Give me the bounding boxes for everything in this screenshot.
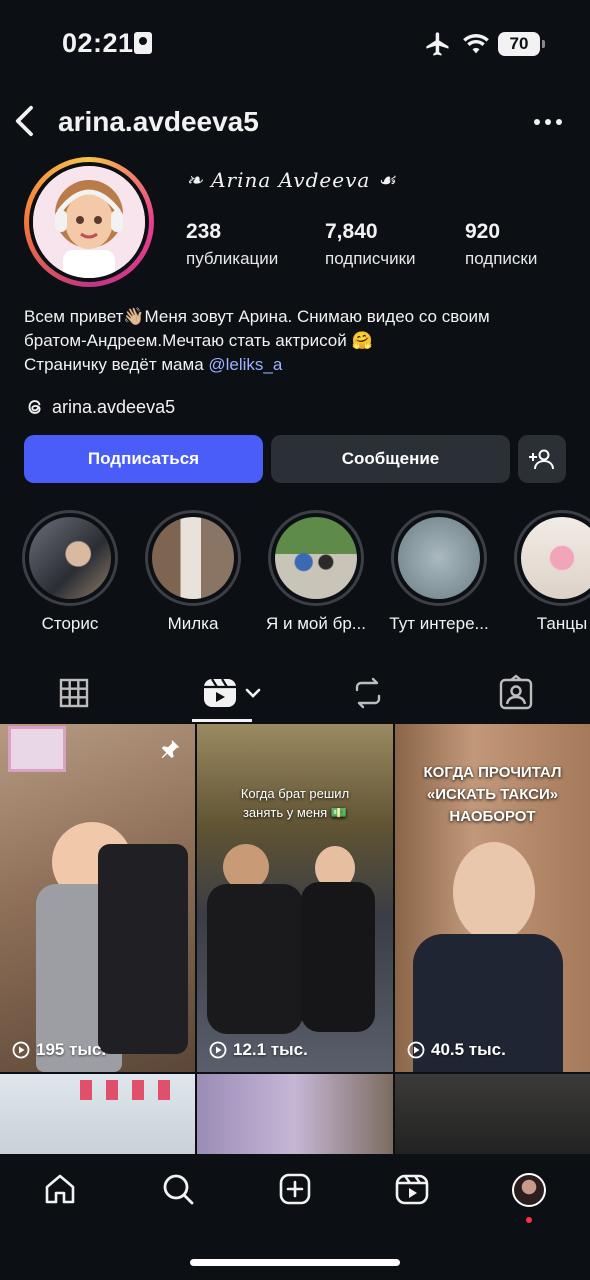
view-count-text: 12.1 тыс. (233, 1040, 308, 1059)
threads-handle: arina.avdeeva5 (52, 396, 176, 417)
more-options-icon[interactable] (530, 107, 566, 137)
profile-avatar[interactable] (24, 157, 154, 287)
wifi-icon (463, 33, 489, 54)
highlight-item[interactable]: Танцы (512, 510, 590, 634)
highlight-item[interactable]: Сторис (20, 510, 120, 634)
view-count: 40.5 тыс. (407, 1040, 506, 1060)
highlight-cover (29, 517, 111, 599)
highlight-label: Я и мой бр... (266, 614, 366, 633)
reel-thumbnail[interactable]: 195 тыс. (0, 724, 195, 1072)
reel-thumbnail[interactable] (0, 1074, 195, 1154)
stat-label: подписчики (325, 249, 416, 268)
thumbnail-figure (453, 842, 535, 942)
suggest-people-button[interactable] (518, 435, 566, 483)
reel-thumbnail[interactable] (395, 1074, 590, 1154)
battery-indicator: 70 (498, 32, 545, 56)
tab-tagged-icon[interactable] (496, 673, 536, 713)
message-button[interactable]: Сообщение (271, 435, 510, 483)
reel-thumbnail[interactable] (197, 1074, 393, 1154)
profile-tabs (0, 665, 590, 722)
create-post-icon[interactable] (277, 1171, 313, 1207)
display-name: ❧ Arina Avdeeva ☙ (186, 168, 397, 192)
reels-icon[interactable] (394, 1171, 430, 1207)
thumbnail-figure (207, 884, 303, 1034)
play-icon (407, 1041, 425, 1059)
bio-line: Всем привет👋🏼Меня зовут Арина. Снимаю ви… (24, 307, 490, 326)
highlight-label: Тут интере... (389, 614, 489, 633)
profile-avatar-nav[interactable] (512, 1173, 546, 1207)
home-icon[interactable] (42, 1171, 78, 1207)
highlight-cover (398, 517, 480, 599)
highlight-label: Милка (167, 614, 219, 633)
contact-card-icon (134, 32, 152, 54)
view-count-text: 40.5 тыс. (431, 1040, 506, 1059)
highlight-label: Сторис (41, 614, 99, 633)
view-count: 195 тыс. (12, 1040, 106, 1060)
tab-reposts-icon[interactable] (348, 673, 388, 713)
following-count[interactable]: 920 подписки (465, 220, 537, 269)
search-icon[interactable] (160, 1171, 196, 1207)
home-indicator (190, 1259, 400, 1266)
tab-grid-icon[interactable] (54, 673, 94, 713)
stat-label: подписки (465, 249, 538, 268)
bottom-navigation (0, 1155, 590, 1280)
follow-button[interactable]: Подписаться (24, 435, 263, 483)
thumbnail-figure (98, 844, 188, 1054)
highlight-cover (152, 517, 234, 599)
stat-value: 238 (186, 220, 222, 243)
threads-link[interactable]: arina.avdeeva5 (24, 394, 175, 420)
thumbnail-figure (301, 882, 375, 1032)
avatar-image (29, 162, 149, 282)
chevron-down-icon[interactable] (238, 673, 268, 713)
notification-dot (526, 1217, 532, 1223)
posts-count[interactable]: 238 публикации (186, 220, 278, 269)
highlight-label: Танцы (536, 614, 588, 633)
pin-icon (161, 739, 180, 759)
profile-bio: Всем привет👋🏼Меня зовут Арина. Снимаю ви… (24, 305, 569, 377)
bio-line: Страничку ведёт мама @leliks_a (24, 353, 569, 377)
profile-username: arina.avdeeva5 (58, 106, 259, 137)
reel-caption-overlay: Когда брат решил занять у меня 💵 (240, 786, 350, 820)
view-count: 12.1 тыс. (209, 1040, 308, 1060)
thumbnail-decor (80, 1080, 170, 1100)
play-icon (209, 1041, 227, 1059)
highlight-item[interactable]: Я и мой бр... (266, 510, 366, 634)
status-bar: 02:21 70 (0, 0, 590, 90)
tab-reels-icon[interactable] (200, 673, 240, 713)
wall-picture (8, 726, 66, 772)
status-time: 02:21 (62, 28, 134, 58)
reel-caption-overlay: КОГДА ПРОЧИТАЛ «ИСКАТЬ ТАКСИ» НАОБОРОТ (423, 764, 562, 825)
stat-value: 7,840 (325, 220, 378, 243)
reels-grid: 195 тыс. Когда брат решил занять у меня … (0, 724, 590, 1154)
play-icon (12, 1041, 30, 1059)
airplane-mode-icon (426, 32, 449, 56)
followers-count[interactable]: 7,840 подписчики (325, 220, 416, 269)
reel-thumbnail[interactable]: КОГДА ПРОЧИТАЛ «ИСКАТЬ ТАКСИ» НАОБОРОТ 4… (395, 724, 590, 1072)
view-count-text: 195 тыс. (36, 1040, 107, 1059)
threads-icon (28, 400, 41, 414)
stat-label: публикации (186, 249, 279, 268)
bio-text: Страничку ведёт мама (24, 355, 209, 374)
story-highlights: Сторис Милка Я и мой бр... Тут интере...… (0, 510, 590, 640)
bio-line: братом-Андреем.Мечтаю стать актрисой 🤗 (24, 331, 373, 350)
reel-thumbnail[interactable]: Когда брат решил занять у меня 💵 12.1 ты… (197, 724, 393, 1072)
profile-header: arina.avdeeva5 (0, 95, 590, 150)
highlight-cover (275, 517, 357, 599)
stat-value: 920 (465, 220, 501, 243)
highlight-item[interactable]: Милка (143, 510, 243, 634)
back-arrow-icon[interactable] (10, 103, 40, 139)
active-tab-indicator (192, 719, 252, 722)
add-person-icon (529, 449, 554, 470)
highlight-item[interactable]: Тут интере... (389, 510, 489, 634)
bio-mention-link[interactable]: @leliks_a (208, 355, 282, 374)
highlight-cover (521, 517, 590, 599)
